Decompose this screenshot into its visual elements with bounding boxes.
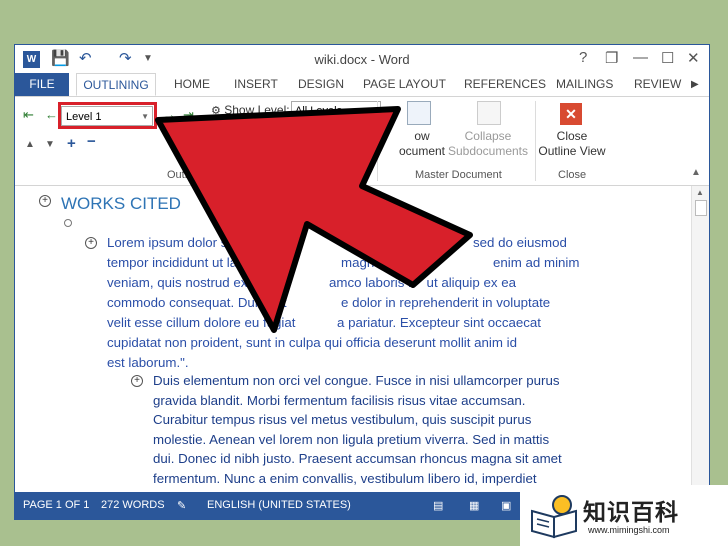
red-arrow-shape (155, 106, 473, 333)
watermark: 知识百科 www.mimingshi.com (520, 485, 728, 546)
watermark-title: 知识百科 (583, 499, 679, 525)
watermark-url: www.mimingshi.com (588, 525, 670, 535)
annotation-arrow (155, 106, 473, 333)
book-lightbulb-icon (531, 495, 577, 539)
